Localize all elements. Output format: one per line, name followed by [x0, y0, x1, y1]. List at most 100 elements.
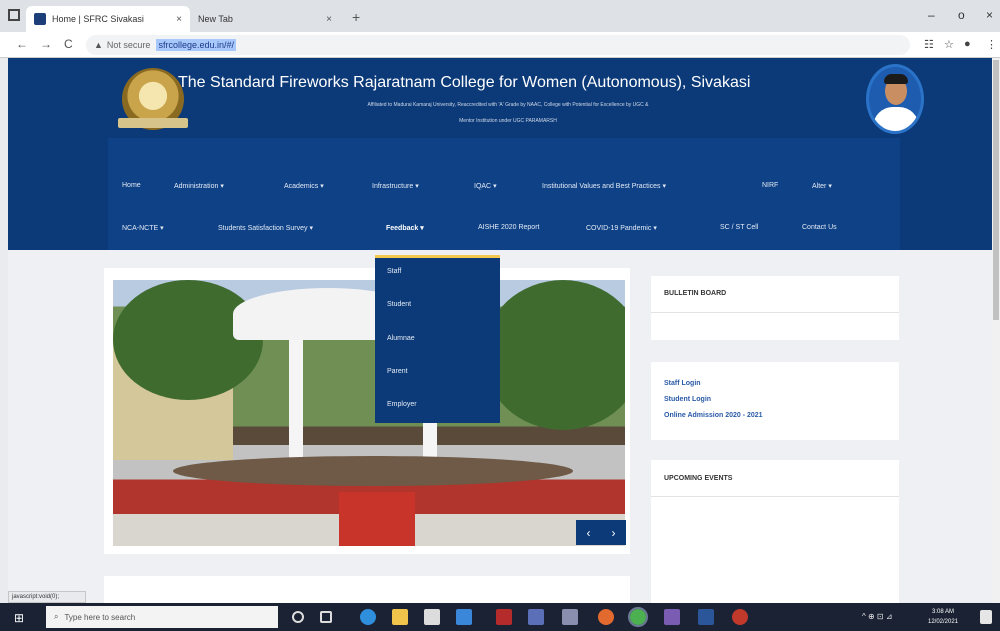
app-icon-shield[interactable]: [732, 609, 748, 625]
student-login-link[interactable]: Student Login: [664, 396, 711, 403]
chevron-down-icon: ▾: [160, 225, 164, 232]
url-text[interactable]: sfrcollege.edu.in/#/: [156, 39, 236, 51]
app-icon-gray[interactable]: [562, 609, 578, 625]
taskbar-clock[interactable]: 3:08 AM 12/02/2021: [928, 607, 958, 627]
dropdown-item-staff[interactable]: Staff: [387, 268, 401, 275]
mail-icon[interactable]: [456, 609, 472, 625]
main-navigation: Home Administration ▾ Academics ▾ Infras…: [108, 138, 900, 253]
page-scrollbar[interactable]: [992, 58, 1000, 603]
dropdown-item-student[interactable]: Student: [387, 301, 411, 308]
nav-row-1: Home Administration ▾ Academics ▾ Infras…: [108, 182, 900, 202]
store-icon[interactable]: [424, 609, 440, 625]
feedback-dropdown: Staff Student Alumnae Parent Employer: [375, 255, 500, 423]
site-header: The Standard Fireworks Rajaratnam Colleg…: [8, 58, 1000, 253]
content-card: [104, 576, 630, 606]
upcoming-events-title: UPCOMING EVENTS: [664, 475, 733, 482]
app-icon: [8, 9, 20, 21]
minimize-button[interactable]: –: [928, 8, 935, 22]
chevron-down-icon: ▾: [420, 225, 424, 232]
nav-item-administration[interactable]: Administration ▾: [174, 182, 224, 190]
slider-prev-button[interactable]: ‹: [587, 526, 591, 540]
chevron-down-icon: ▾: [493, 183, 497, 190]
nav-item-nirf[interactable]: NIRF: [762, 182, 778, 189]
taskbar-search-input[interactable]: ⌕ Type here to search: [46, 606, 278, 628]
chevron-down-icon: ▾: [309, 225, 313, 232]
clock-time: 3:08 AM: [932, 609, 955, 615]
app-icon-purple[interactable]: [664, 609, 680, 625]
tab-new-tab[interactable]: New Tab ×: [190, 6, 340, 32]
nav-item-covid[interactable]: COVID-19 Pandemic ▾: [586, 224, 657, 232]
menu-icon[interactable]: ⋮: [986, 38, 997, 51]
new-tab-button[interactable]: +: [352, 9, 360, 25]
tab-label: New Tab: [198, 14, 233, 24]
slide-tree: [483, 280, 625, 430]
slider-next-button[interactable]: ›: [612, 526, 616, 540]
clock-date: 12/02/2021: [928, 619, 959, 625]
slider-controls: ‹ ›: [576, 520, 626, 545]
nav-row-2: NCA-NCTE ▾ Students Satisfaction Survey …: [108, 224, 900, 253]
nav-item-nca-ncte[interactable]: NCA-NCTE ▾: [122, 224, 164, 232]
nav-item-satisfaction-survey[interactable]: Students Satisfaction Survey ▾: [218, 224, 313, 232]
staff-login-link[interactable]: Staff Login: [664, 380, 701, 387]
tab-close-icon[interactable]: ×: [326, 14, 332, 25]
college-favicon-icon: [34, 13, 46, 25]
nav-item-sc-st-cell[interactable]: SC / ST Cell: [720, 224, 758, 231]
chevron-down-icon: ▾: [320, 183, 324, 190]
browser-tab-bar: Home | SFRC Sivakasi × New Tab × + – o ×: [0, 0, 1000, 32]
app-icon-blue[interactable]: [528, 609, 544, 625]
reload-button[interactable]: C: [64, 37, 73, 51]
dropdown-item-parent[interactable]: Parent: [387, 368, 408, 375]
nav-item-infrastructure[interactable]: Infrastructure ▾: [372, 182, 419, 190]
windows-taskbar: ⊞ ⌕ Type here to search ^ ⊕ ⊡ ⊿ 3:08 AM …: [0, 603, 1000, 631]
slide-stage: [173, 456, 573, 486]
security-label[interactable]: Not secure: [107, 40, 151, 50]
maximize-button[interactable]: o: [958, 8, 965, 22]
tab-home[interactable]: Home | SFRC Sivakasi ×: [26, 6, 190, 32]
bookmark-star-icon[interactable]: ☆: [944, 38, 954, 51]
chevron-down-icon: ▾: [220, 183, 224, 190]
tab-close-icon[interactable]: ×: [176, 14, 182, 25]
dropdown-item-employer[interactable]: Employer: [387, 401, 417, 408]
online-admission-link[interactable]: Online Admission 2020 - 2021: [664, 412, 763, 419]
nav-item-institutional-values[interactable]: Institutional Values and Best Practices …: [542, 182, 666, 190]
nav-item-academics[interactable]: Academics ▾: [284, 182, 324, 190]
nav-item-aishe-report[interactable]: AISHE 2020 Report: [478, 224, 539, 231]
url-field[interactable]: ▲ Not secure sfrcollege.edu.in/#/: [86, 35, 910, 55]
slide-pillar: [289, 340, 303, 460]
warning-icon: ▲: [94, 40, 103, 50]
system-tray-icons[interactable]: ^ ⊕ ⊡ ⊿: [862, 612, 893, 621]
nav-item-feedback[interactable]: Feedback ▾: [386, 224, 424, 253]
dropdown-item-alumnae[interactable]: Alumnae: [387, 335, 415, 342]
nav-item-iqac[interactable]: IQAC ▾: [474, 182, 497, 190]
campus-slide-image: [113, 280, 625, 546]
task-view-icon[interactable]: [320, 611, 332, 623]
forward-button[interactable]: →: [40, 37, 52, 51]
firefox-icon[interactable]: [598, 609, 614, 625]
cortana-icon[interactable]: [292, 611, 304, 623]
windows-start-icon[interactable]: ⊞: [14, 611, 24, 625]
file-explorer-icon[interactable]: [392, 609, 408, 625]
tab-label: Home | SFRC Sivakasi: [52, 14, 144, 24]
translate-icon[interactable]: ☷: [924, 38, 934, 51]
slide-carpet: [339, 492, 415, 546]
site-title: The Standard Fireworks Rajaratnam Colleg…: [178, 74, 751, 91]
scrollbar-thumb[interactable]: [993, 60, 999, 320]
close-window-button[interactable]: ×: [986, 8, 993, 22]
notification-icon[interactable]: [980, 610, 992, 624]
chrome-icon[interactable]: [628, 607, 648, 627]
back-button[interactable]: ←: [16, 37, 28, 51]
nav-item-home[interactable]: Home: [122, 182, 141, 189]
profile-icon[interactable]: ●: [964, 38, 971, 50]
nav-item-alter[interactable]: Alter ▾: [812, 182, 832, 190]
site-subtitle: Affiliated to Madurai Kamaraj University…: [367, 102, 649, 108]
edge-icon[interactable]: [360, 609, 376, 625]
chevron-down-icon: ▾: [828, 183, 832, 190]
nav-item-contact[interactable]: Contact Us: [802, 224, 837, 231]
chevron-down-icon: ▾: [415, 183, 419, 190]
divider: [651, 496, 899, 497]
bulletin-board-title: BULLETIN BOARD: [664, 290, 727, 297]
portrait-hair: [884, 74, 908, 84]
address-bar: ← → C ▲ Not secure sfrcollege.edu.in/#/ …: [0, 32, 1000, 58]
word-icon[interactable]: [698, 609, 714, 625]
app-icon-red[interactable]: [496, 609, 512, 625]
